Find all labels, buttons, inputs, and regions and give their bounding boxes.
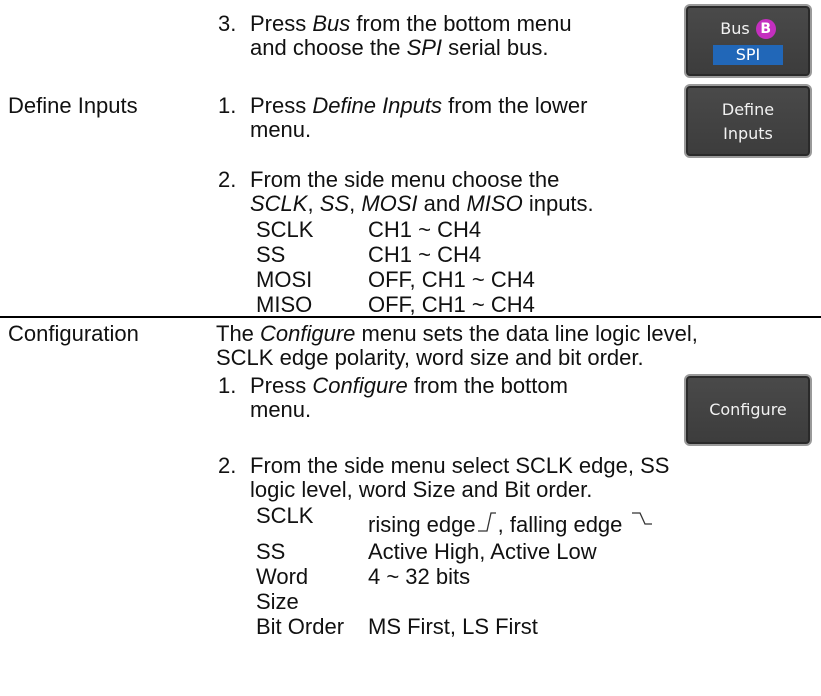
step-number: 1.: [218, 93, 237, 118]
bus-value: SPI: [713, 45, 783, 65]
configuration-table: SCLK rising edge, falling edge SS Active…: [256, 504, 776, 694]
table-row: SCLK rising edge, falling edge: [256, 504, 756, 537]
falling-edge-icon: [632, 512, 653, 525]
step-text: Press Define Inputs from the lower menu.: [250, 93, 588, 142]
rising-edge-icon: [477, 512, 496, 532]
step-text: From the side menu select SCLK edge, SS …: [250, 453, 670, 502]
inputs-table: SCLK CH1 ~ CH4 SS CH1 ~ CH4 MOSI OFF, CH…: [256, 217, 535, 317]
step-text: Press Bus from the bottom menu and choos…: [250, 11, 572, 60]
step-number: 2.: [218, 167, 237, 192]
configuration-intro: The Configure menu sets the data line lo…: [216, 321, 698, 370]
step-number: 3.: [218, 11, 237, 36]
step-number: 2.: [218, 453, 237, 478]
section-divider: [0, 316, 821, 318]
bus-badge: B: [755, 19, 776, 39]
configuration-label: Configuration: [8, 321, 139, 346]
bus-button[interactable]: Bus B SPI: [684, 4, 812, 78]
step-number: 1.: [218, 373, 237, 398]
configure-button[interactable]: Configure: [684, 374, 812, 446]
bus-button-title: Bus B: [686, 17, 810, 41]
step-text: Press Configure from the bottom menu.: [250, 373, 568, 422]
define-inputs-label: Define Inputs: [8, 93, 138, 118]
define-inputs-button[interactable]: Define Inputs: [684, 84, 812, 158]
step-text: From the side menu choose the SCLK, SS, …: [250, 167, 594, 216]
